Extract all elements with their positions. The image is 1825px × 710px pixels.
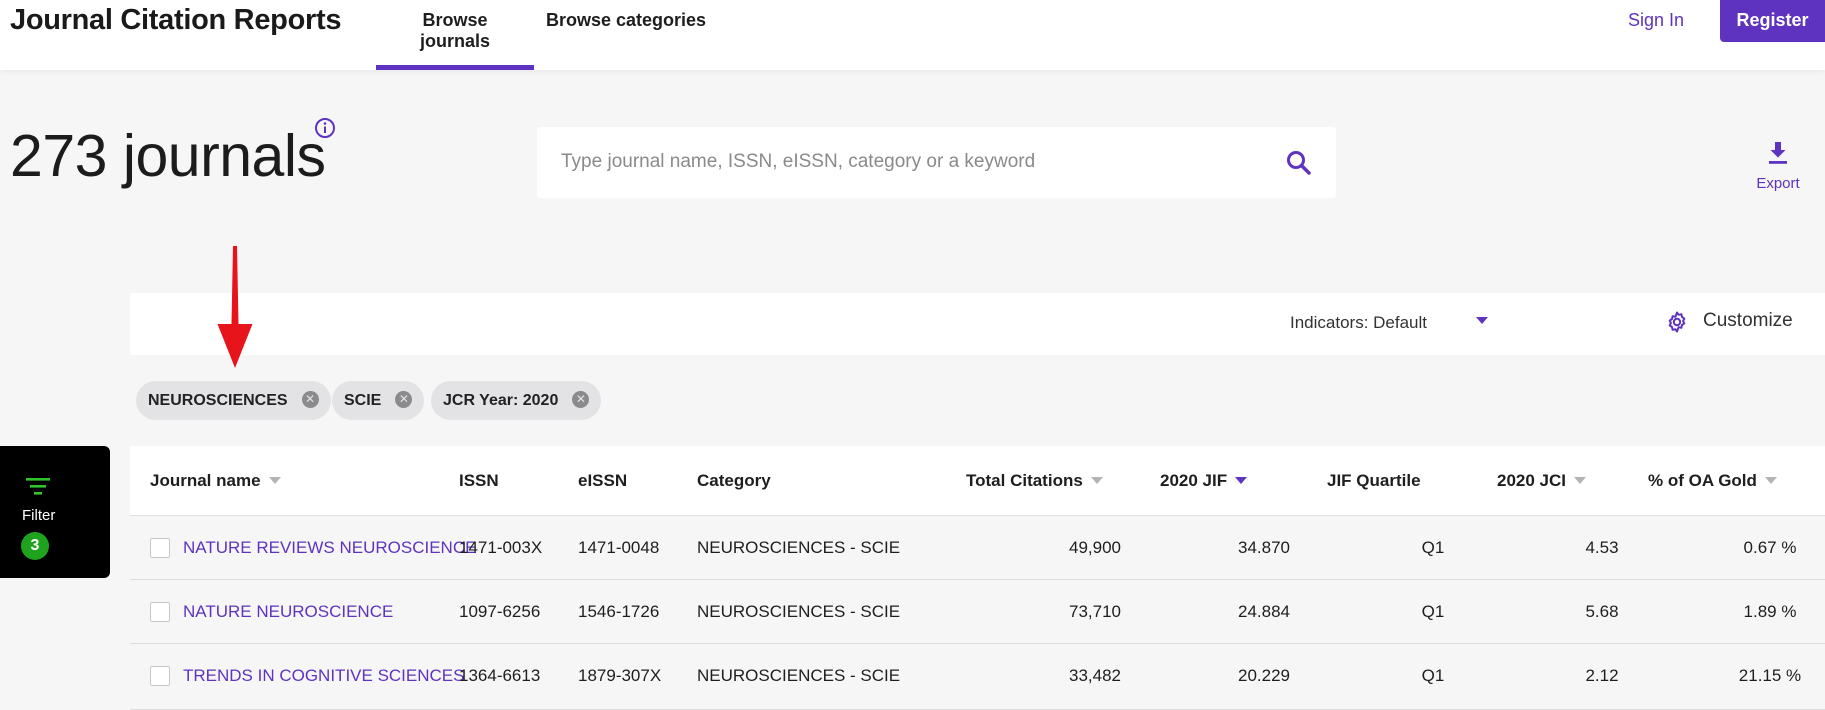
filter-chip-scie[interactable]: SCIE ✕ — [332, 381, 425, 420]
oa-cell: 0.67 % — [1743, 538, 1797, 557]
journals-table: Journal name ISSN eISSN Category Total C… — [130, 446, 1825, 710]
issn-cell: 1097-6256 — [459, 602, 541, 621]
top-bar: Journal Citation Reports Browse journals… — [0, 0, 1825, 70]
table-header: Journal name ISSN eISSN Category Total C… — [130, 446, 1825, 516]
citations-cell: 49,900 — [1069, 538, 1121, 557]
tab-browse-journals[interactable]: Browse journals — [376, 10, 534, 70]
journal-count-title: 273 journals — [10, 123, 326, 189]
quartile-cell: Q1 — [1421, 602, 1445, 621]
filter-chip-neurosciences[interactable]: NEUROSCIENCES ✕ — [136, 381, 331, 420]
sort-caret-icon[interactable] — [1764, 477, 1777, 485]
filter-count-badge: 3 — [21, 532, 49, 560]
table-row: TRENDS IN COGNITIVE SCIENCES 1364-6613 1… — [130, 644, 1825, 710]
category-cell: NEUROSCIENCES - SCIE — [697, 602, 901, 621]
citations-cell: 73,710 — [1069, 602, 1121, 621]
issn-cell: 1364-6613 — [459, 666, 541, 685]
category-cell: NEUROSCIENCES - SCIE — [697, 666, 901, 685]
row-checkbox[interactable] — [150, 666, 170, 686]
red-arrow-annotation — [217, 246, 253, 368]
jif-cell: 34.870 — [1238, 538, 1290, 557]
col-journal-name[interactable]: Journal name — [150, 471, 281, 491]
eissn-cell: 1879-307X — [578, 666, 662, 685]
gear-icon[interactable] — [1665, 310, 1689, 334]
remove-chip-icon[interactable]: ✕ — [572, 390, 590, 408]
col-eissn: eISSN — [578, 471, 628, 490]
col-oa-gold[interactable]: % of OA Gold — [1648, 471, 1777, 491]
search-icon[interactable] — [1285, 149, 1313, 177]
col-jci[interactable]: 2020 JCI — [1497, 471, 1586, 491]
remove-chip-icon[interactable]: ✕ — [395, 390, 413, 408]
row-checkbox[interactable] — [150, 602, 170, 622]
customize-button[interactable]: Customize — [1703, 310, 1793, 332]
indicator-toolbar: Indicators: Default Customize — [130, 293, 1825, 355]
journal-name-link[interactable]: TRENDS IN COGNITIVE SCIENCES — [183, 666, 464, 686]
indicators-select[interactable]: Indicators: Default — [1290, 313, 1427, 333]
chip-label: NEUROSCIENCES — [148, 392, 288, 409]
oa-cell: 21.15 % — [1738, 666, 1802, 685]
col-jif-quartile: JIF Quartile — [1327, 471, 1421, 490]
sign-in-link[interactable]: Sign In — [1628, 10, 1684, 31]
info-icon[interactable] — [314, 117, 336, 139]
chip-label: JCR Year: 2020 — [443, 392, 559, 409]
filter-chip-jcr-year[interactable]: JCR Year: 2020 ✕ — [431, 381, 602, 420]
jci-cell: 2.12 — [1585, 666, 1619, 685]
search-box — [537, 127, 1336, 198]
remove-chip-icon[interactable]: ✕ — [301, 390, 319, 408]
journal-name-link[interactable]: NATURE NEUROSCIENCE — [183, 602, 393, 622]
chevron-down-icon[interactable] — [1476, 317, 1488, 325]
brand-title[interactable]: Journal Citation Reports — [10, 4, 341, 37]
search-input[interactable] — [561, 145, 1261, 179]
register-button[interactable]: Register — [1720, 0, 1825, 42]
col-category: Category — [697, 471, 771, 490]
issn-cell: 1471-003X — [459, 538, 543, 557]
category-cell: NEUROSCIENCES - SCIE — [697, 538, 901, 557]
jci-cell: 5.68 — [1585, 602, 1619, 621]
col-total-citations[interactable]: Total Citations — [966, 471, 1103, 491]
filter-icon — [26, 478, 50, 495]
col-issn: ISSN — [459, 471, 499, 490]
filter-panel[interactable]: Filter 3 — [0, 446, 110, 578]
col-jif[interactable]: 2020 JIF — [1160, 471, 1248, 491]
table-row: NATURE REVIEWS NEUROSCIENCE 1471-003X 14… — [130, 516, 1825, 580]
quartile-cell: Q1 — [1421, 666, 1445, 685]
filter-label: Filter — [22, 507, 56, 524]
export-label: Export — [1756, 175, 1800, 192]
download-icon — [1769, 142, 1787, 164]
sort-caret-icon[interactable] — [1090, 477, 1103, 485]
tab-browse-categories[interactable]: Browse categories — [532, 10, 720, 70]
quartile-cell: Q1 — [1421, 538, 1445, 557]
eissn-cell: 1471-0048 — [578, 538, 660, 557]
sort-desc-icon[interactable] — [1235, 477, 1248, 485]
export-button[interactable]: Export — [1748, 140, 1808, 192]
citations-cell: 33,482 — [1069, 666, 1121, 685]
jci-cell: 4.53 — [1585, 538, 1619, 557]
jif-cell: 24.884 — [1238, 602, 1290, 621]
sort-caret-icon[interactable] — [268, 477, 281, 485]
oa-cell: 1.89 % — [1743, 602, 1797, 621]
chip-label: SCIE — [344, 392, 382, 409]
journal-name-link[interactable]: NATURE REVIEWS NEUROSCIENCE — [183, 538, 476, 558]
jif-cell: 20.229 — [1238, 666, 1290, 685]
row-checkbox[interactable] — [150, 538, 170, 558]
sort-caret-icon[interactable] — [1574, 477, 1586, 485]
table-row: NATURE NEUROSCIENCE 1097-6256 1546-1726 … — [130, 580, 1825, 644]
eissn-cell: 1546-1726 — [578, 602, 660, 621]
